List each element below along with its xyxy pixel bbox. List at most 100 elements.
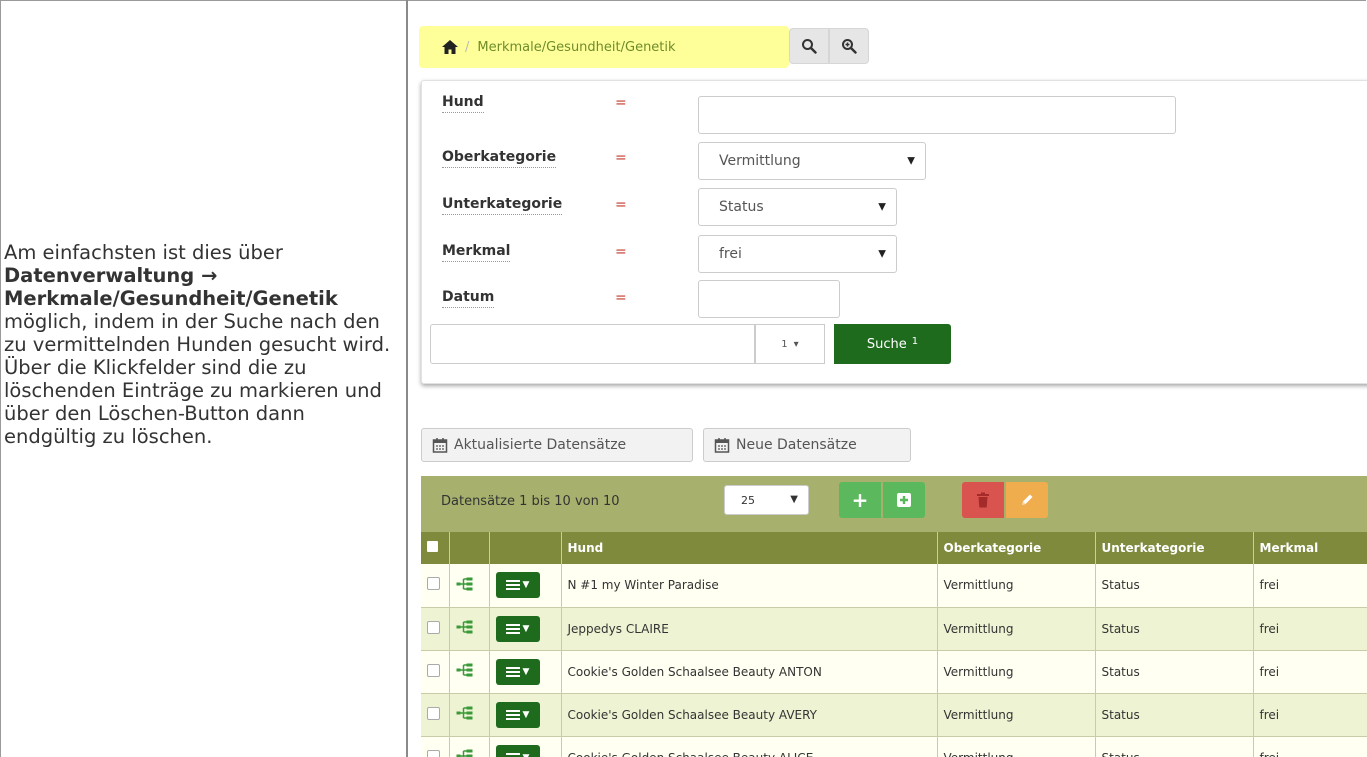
table-row[interactable]: ▼ Jeppedys CLAIRE Vermittlung Status frei <box>421 607 1367 651</box>
cell-merkmal: frei <box>1253 650 1367 694</box>
filter-operator: = <box>615 244 627 260</box>
cell-unterkategorie: Status <box>1095 736 1254 757</box>
filter-operator: = <box>615 290 627 306</box>
row-checkbox-cell <box>421 607 450 651</box>
advanced-search-button[interactable] <box>829 28 869 64</box>
sitemap-icon[interactable] <box>456 577 474 591</box>
search-count-dropdown[interactable]: 1 ▾ <box>755 324 825 364</box>
caret-down-icon: ▼ <box>523 753 530 757</box>
cell-oberkategorie: Vermittlung <box>937 607 1096 651</box>
cell-hund: Jeppedys CLAIRE <box>561 607 938 651</box>
column-header-oberkategorie[interactable]: Oberkategorie <box>937 532 1096 564</box>
row-menu-cell: ▼ <box>489 607 562 651</box>
search-toggle-group <box>789 28 869 64</box>
cell-unterkategorie: Status <box>1095 607 1254 651</box>
filter-label-oberkategorie: Oberkategorie <box>442 149 557 168</box>
table-row[interactable]: ▼ Cookie's Golden Schaalsee Beauty ANTON V… <box>421 650 1367 694</box>
filter-operator: = <box>615 150 627 166</box>
row-tree-cell <box>449 564 490 608</box>
description-intro: Am einfachsten ist dies über <box>4 241 283 264</box>
select-all-checkbox[interactable] <box>427 541 438 552</box>
cell-merkmal: frei <box>1253 736 1367 757</box>
row-checkbox-cell <box>421 650 450 694</box>
new-records-label: Neue Datensätze <box>736 437 857 453</box>
column-header-empty <box>489 532 562 564</box>
chevron-down-icon: ▼ <box>878 248 886 260</box>
app-screenshot: / Merkmale/Gesundheit/Genetik Hund = Obe… <box>409 0 1367 757</box>
row-checkbox[interactable] <box>427 577 440 591</box>
column-header-merkmal[interactable]: Merkmal <box>1253 532 1367 564</box>
cell-hund: Cookie's Golden Schaalsee Beauty ANTON <box>561 650 938 694</box>
search-submit-button[interactable]: Suche 1 <box>834 324 951 364</box>
row-menu-cell: ▼ <box>489 564 562 608</box>
merkmal-value: frei <box>719 246 742 262</box>
row-tree-cell <box>449 650 490 694</box>
merkmal-select[interactable]: frei ▼ <box>698 235 897 273</box>
row-checkbox[interactable] <box>427 706 440 720</box>
caret-down-icon: ▾ <box>793 338 799 350</box>
row-checkbox[interactable] <box>427 620 440 634</box>
quick-search-input[interactable] <box>430 324 755 364</box>
filter-label-merkmal: Merkmal <box>442 243 511 262</box>
oberkategorie-value: Vermittlung <box>719 153 801 169</box>
page-size-value: 25 <box>741 494 755 507</box>
sitemap-icon[interactable] <box>456 663 474 677</box>
updated-records-button[interactable]: Aktualisierte Datensätze <box>421 428 693 462</box>
breadcrumb-separator: / <box>465 39 470 55</box>
search-button-badge: 1 <box>911 335 919 347</box>
row-menu-button[interactable]: ▼ <box>495 701 540 728</box>
hund-input[interactable] <box>698 96 1176 134</box>
filter-operator: = <box>615 95 627 111</box>
menu-icon <box>505 580 520 591</box>
cell-unterkategorie: Status <box>1095 650 1254 694</box>
chevron-down-icon: ▼ <box>878 201 886 213</box>
row-tree-cell <box>449 736 490 757</box>
row-checkbox[interactable] <box>427 749 440 757</box>
row-menu-button[interactable]: ▼ <box>495 744 540 757</box>
caret-down-icon: ▼ <box>522 623 530 634</box>
cell-hund: Cookie's Golden Schaalsee Beauty AVERY <box>561 693 938 737</box>
add-multiple-button[interactable] <box>883 482 925 518</box>
filter-label-hund: Hund <box>442 94 484 113</box>
cell-oberkategorie: Vermittlung <box>937 693 1096 737</box>
column-header-unterkategorie[interactable]: Unterkategorie <box>1095 532 1254 564</box>
unterkategorie-select[interactable]: Status ▼ <box>698 188 897 226</box>
new-records-button[interactable]: Neue Datensätze <box>703 428 911 462</box>
table-row[interactable]: ▼ Cookie's Golden Schaalsee Beauty AVERY V… <box>421 693 1367 737</box>
plus-icon: + <box>851 488 869 512</box>
delete-button[interactable] <box>962 482 1004 518</box>
cell-oberkategorie: Vermittlung <box>937 736 1096 757</box>
oberkategorie-select[interactable]: Vermittlung ▼ <box>698 142 926 180</box>
add-button[interactable]: + <box>839 482 881 518</box>
sitemap-icon[interactable] <box>456 620 474 634</box>
row-tree-cell <box>449 607 490 651</box>
chevron-down-icon: ▼ <box>790 494 798 505</box>
sitemap-icon[interactable] <box>456 706 474 720</box>
records-info: Datensätze 1 bis 10 von 10 <box>441 494 620 509</box>
row-menu-button[interactable]: ▼ <box>495 572 540 599</box>
page-size-select[interactable]: 25 ▼ <box>724 485 809 515</box>
row-checkbox[interactable] <box>427 663 440 677</box>
column-header-hund[interactable]: Hund <box>561 532 938 564</box>
sitemap-icon[interactable] <box>456 749 474 757</box>
table-row[interactable]: ▼ Cookie's Golden Schaalsee Beauty ALICEV… <box>421 736 1367 757</box>
caret-down-icon: ▼ <box>522 666 530 677</box>
home-icon[interactable] <box>441 39 459 55</box>
breadcrumb: / Merkmale/Gesundheit/Genetik <box>419 26 789 68</box>
select-all-cell <box>421 532 450 564</box>
calendar-icon <box>432 438 448 453</box>
search-button[interactable] <box>789 28 829 64</box>
row-menu-button[interactable]: ▼ <box>495 658 540 685</box>
breadcrumb-title[interactable]: Merkmale/Gesundheit/Genetik <box>477 40 675 55</box>
grid-toolbar: Datensätze 1 bis 10 von 10 25 ▼ + <box>421 476 1367 532</box>
edit-button[interactable] <box>1006 482 1048 518</box>
cell-merkmal: frei <box>1253 693 1367 737</box>
caret-down-icon: ▼ <box>522 709 530 720</box>
table-row[interactable]: ▼ N #1 my Winter Paradise Vermittlung Statu… <box>421 564 1367 608</box>
row-menu-button[interactable]: ▼ <box>495 615 540 642</box>
datum-input[interactable] <box>698 280 840 318</box>
trash-icon <box>977 492 989 508</box>
cell-merkmal: frei <box>1253 607 1367 651</box>
table-header-row: Hund Oberkategorie Unterkategorie Merkma… <box>421 532 1367 564</box>
zoom-in-icon <box>842 39 857 54</box>
